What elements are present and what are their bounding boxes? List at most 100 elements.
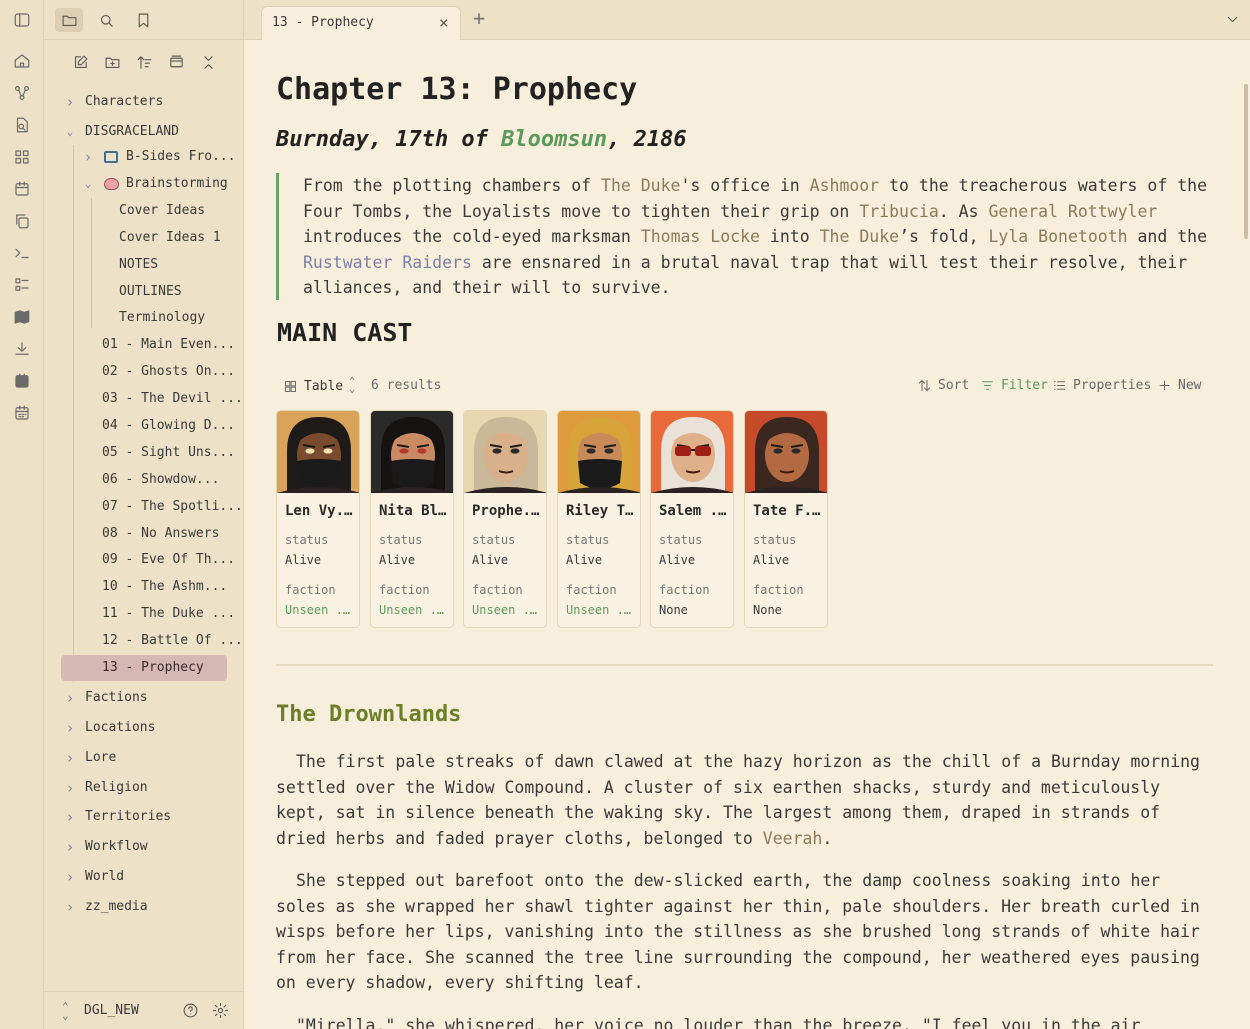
tree-item-07-the-spotli[interactable]: 07 - The Spotli... bbox=[44, 494, 244, 520]
auto-reveal-icon[interactable] bbox=[165, 51, 187, 73]
cast-card[interactable]: Tate F... status Alive faction None bbox=[744, 410, 828, 628]
filter-button[interactable]: Filter bbox=[980, 378, 1048, 393]
chevron-right-icon[interactable]: › bbox=[63, 685, 77, 711]
faction-link[interactable]: Unseen ... bbox=[472, 603, 544, 617]
chevron-right-icon[interactable]: › bbox=[81, 144, 95, 170]
link-rustwater-raiders[interactable]: Rustwater Raiders bbox=[303, 253, 472, 272]
scrollbar[interactable] bbox=[1244, 84, 1248, 239]
sidebar-toggle-icon[interactable] bbox=[12, 10, 32, 30]
cast-card[interactable]: Len Vy... status Alive faction Unseen ... bbox=[276, 410, 360, 628]
tree-item-outlines[interactable]: OUTLINES bbox=[44, 279, 244, 305]
card-name[interactable]: Riley T... bbox=[566, 503, 636, 519]
collapse-all-icon[interactable] bbox=[197, 51, 219, 73]
cast-card[interactable]: Salem ... status Alive faction None bbox=[650, 410, 734, 628]
tree-item-11-the-duke[interactable]: 11 - The Duke ... bbox=[44, 601, 244, 627]
tree-item-territories[interactable]: › Territories bbox=[44, 804, 244, 830]
tree-item-notes[interactable]: NOTES bbox=[44, 252, 244, 278]
new-folder-icon[interactable] bbox=[101, 51, 123, 73]
card-name[interactable]: Len Vy... bbox=[285, 503, 355, 519]
card-name[interactable]: Nita Bl... bbox=[379, 503, 449, 519]
sort-button[interactable]: Sort bbox=[917, 378, 969, 393]
tree-item-b-sides-fro[interactable]: › B-Sides Fro... bbox=[44, 144, 244, 170]
view-selector[interactable]: Table ⌃ ⌄ bbox=[283, 377, 355, 395]
calendar-grid-icon[interactable] bbox=[12, 403, 32, 423]
new-note-icon[interactable] bbox=[69, 51, 91, 73]
tree-item-02-ghosts-on[interactable]: 02 - Ghosts On... bbox=[44, 359, 244, 385]
calendar-icon[interactable] bbox=[12, 179, 32, 199]
chevron-down-icon[interactable]: ⌄ bbox=[81, 171, 95, 197]
new-entry-button[interactable]: New bbox=[1157, 378, 1201, 393]
tree-item-disgraceland[interactable]: ⌄ DISGRACELAND bbox=[44, 119, 244, 145]
chevron-right-icon[interactable]: › bbox=[63, 745, 77, 771]
calendar-check-icon[interactable] bbox=[12, 371, 32, 391]
tree-item-zz-media[interactable]: › zz_media bbox=[44, 894, 244, 920]
tree-item-terminology[interactable]: Terminology bbox=[44, 305, 244, 331]
tree-item-world[interactable]: › World bbox=[44, 864, 244, 890]
chevron-right-icon[interactable]: › bbox=[63, 894, 77, 920]
new-tab-icon[interactable]: + bbox=[473, 8, 485, 28]
tree-item-09-eve-of-th[interactable]: 09 - Eve Of Th... bbox=[44, 547, 244, 573]
tree-item-cover-ideas-1[interactable]: Cover Ideas 1 bbox=[44, 225, 244, 251]
tree-item-03-the-devil[interactable]: 03 - The Devil ... bbox=[44, 386, 244, 412]
map-icon[interactable] bbox=[12, 307, 32, 327]
list-checks-icon[interactable] bbox=[12, 275, 32, 295]
chevron-right-icon[interactable]: › bbox=[63, 864, 77, 890]
chevron-right-icon[interactable]: › bbox=[63, 804, 77, 830]
folder-icon[interactable] bbox=[55, 8, 83, 32]
tree-item-06-showdow[interactable]: 06 - Showdow... bbox=[44, 467, 244, 493]
cast-card[interactable]: Riley T... status Alive faction Unseen ... bbox=[557, 410, 641, 628]
tree-item-12-battle-of[interactable]: 12 - Battle Of ... bbox=[44, 628, 244, 654]
vault-name[interactable]: DGL_NEW bbox=[84, 1003, 139, 1018]
help-icon[interactable] bbox=[182, 1002, 199, 1023]
chevron-right-icon[interactable]: › bbox=[63, 715, 77, 741]
properties-button[interactable]: Properties bbox=[1052, 378, 1151, 393]
link-ashmoor[interactable]: Ashmoor bbox=[810, 176, 880, 195]
faction-link[interactable]: Unseen ... bbox=[566, 603, 638, 617]
tree-item-05-sight-uns[interactable]: 05 - Sight Uns... bbox=[44, 440, 244, 466]
link-the-duke[interactable]: The Duke bbox=[601, 176, 680, 195]
card-name[interactable]: Prophe... bbox=[472, 503, 542, 519]
cast-card[interactable]: Nita Bl... status Alive faction Unseen ... bbox=[370, 410, 454, 628]
tree-item-lore[interactable]: › Lore bbox=[44, 745, 244, 771]
faction-link[interactable]: Unseen ... bbox=[379, 603, 451, 617]
file-search-icon[interactable] bbox=[12, 115, 32, 135]
download-icon[interactable] bbox=[12, 339, 32, 359]
graph-icon[interactable] bbox=[12, 83, 32, 103]
tab-13-prophecy[interactable]: 13 - Prophecy × bbox=[261, 6, 461, 40]
tree-item-brainstorming[interactable]: ⌄ Brainstorming bbox=[44, 171, 244, 197]
close-tab-icon[interactable]: × bbox=[439, 13, 449, 32]
tree-item-01-main-even[interactable]: 01 - Main Even... bbox=[44, 332, 244, 358]
link-general-rottwyler[interactable]: General Rottwyler bbox=[988, 202, 1157, 221]
chevron-down-icon[interactable]: ⌄ bbox=[63, 119, 77, 145]
bookmark-icon[interactable] bbox=[129, 8, 157, 32]
tree-item-10-the-ashm[interactable]: 10 - The Ashm... bbox=[44, 574, 244, 600]
tree-item-factions[interactable]: › Factions bbox=[44, 685, 244, 711]
cast-card[interactable]: Prophe... status Alive faction Unseen ... bbox=[463, 410, 547, 628]
date-month-link[interactable]: Bloomsun bbox=[501, 127, 607, 152]
card-name[interactable]: Tate F... bbox=[753, 503, 823, 519]
tree-item-13-prophecy[interactable]: 13 - Prophecy bbox=[61, 655, 227, 681]
link-lyla-bonetooth[interactable]: Lyla Bonetooth bbox=[988, 227, 1127, 246]
card-name[interactable]: Salem ... bbox=[659, 503, 729, 519]
sort-icon[interactable] bbox=[133, 51, 155, 73]
blocks-icon[interactable] bbox=[12, 147, 32, 167]
home-icon[interactable] bbox=[12, 51, 32, 71]
tree-item-characters[interactable]: › Characters bbox=[44, 89, 244, 115]
faction-link[interactable]: Unseen ... bbox=[285, 603, 357, 617]
tree-item-religion[interactable]: › Religion bbox=[44, 775, 244, 801]
copy-icon[interactable] bbox=[12, 211, 32, 231]
terminal-icon[interactable] bbox=[12, 243, 32, 263]
vault-switch-icon[interactable]: ⌃ ⌄ bbox=[62, 1001, 69, 1021]
link-thomas-locke[interactable]: Thomas Locke bbox=[641, 227, 760, 246]
search-icon[interactable] bbox=[92, 8, 120, 32]
tree-item-cover-ideas[interactable]: Cover Ideas bbox=[44, 198, 244, 224]
link-veerah[interactable]: Veerah bbox=[763, 829, 823, 848]
link-tribucia[interactable]: Tribucia bbox=[859, 202, 938, 221]
chevron-right-icon[interactable]: › bbox=[63, 89, 77, 115]
settings-gear-icon[interactable] bbox=[212, 1002, 229, 1023]
link-the-duke[interactable]: The Duke bbox=[820, 227, 899, 246]
chevron-right-icon[interactable]: › bbox=[63, 775, 77, 801]
tab-list-chevron-icon[interactable] bbox=[1224, 11, 1241, 32]
tree-item-08-no-answers[interactable]: 08 - No Answers bbox=[44, 521, 244, 547]
tree-item-workflow[interactable]: › Workflow bbox=[44, 834, 244, 860]
